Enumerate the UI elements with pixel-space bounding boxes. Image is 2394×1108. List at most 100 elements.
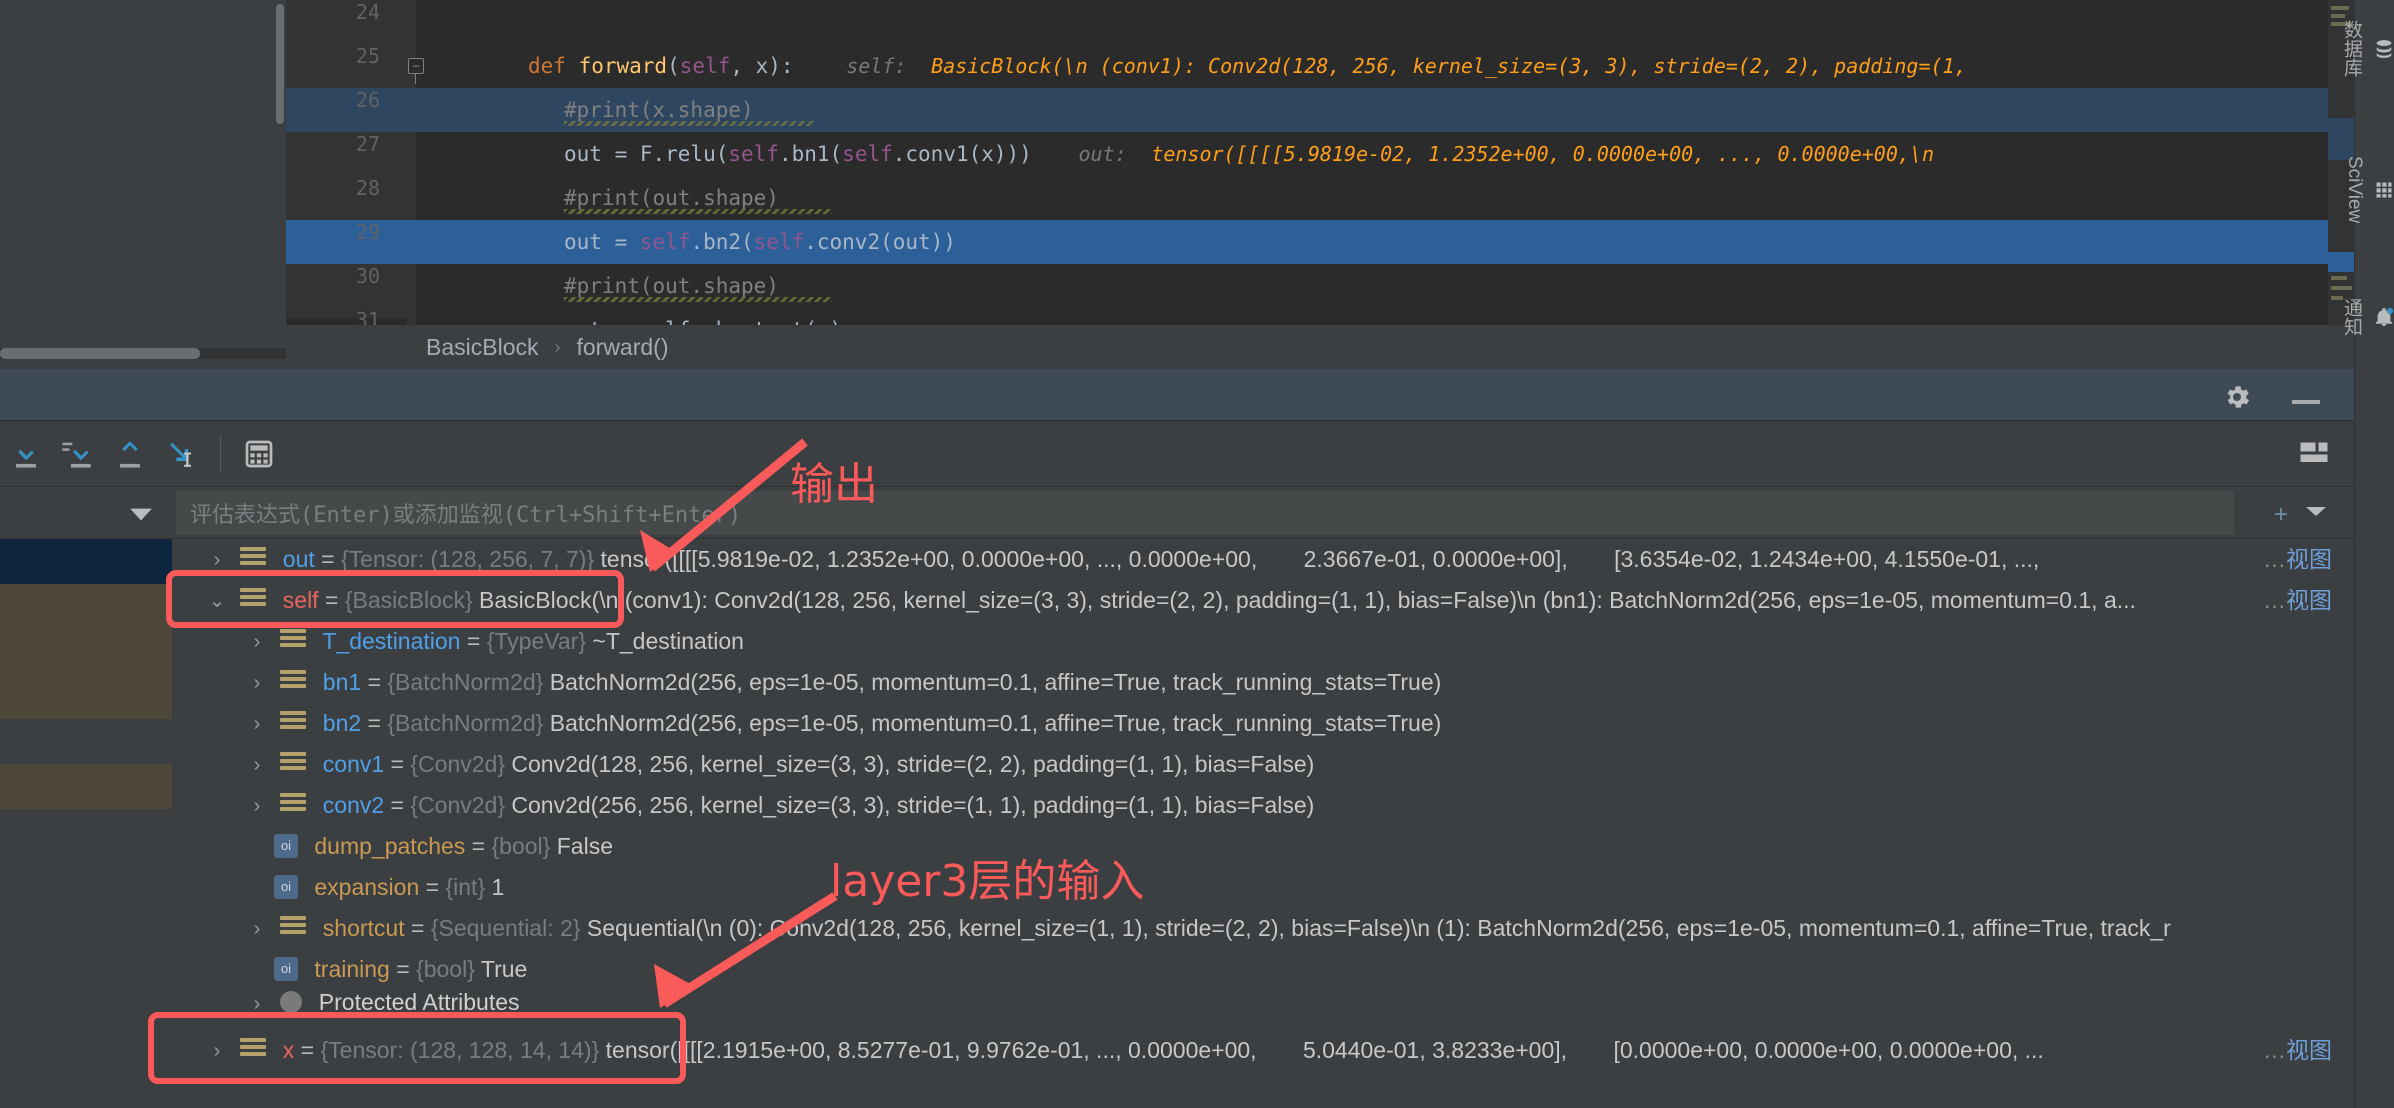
- step-into-button[interactable]: [52, 421, 104, 487]
- code-text: #print(x.shape): [564, 98, 754, 122]
- add-watch-icon[interactable]: +: [2274, 501, 2288, 529]
- frame-row[interactable]: [0, 809, 172, 854]
- frame-row[interactable]: [0, 719, 172, 764]
- variable-value-cont: 2.3667e-01, 0.0000e+00],: [1303, 546, 1568, 572]
- code-line[interactable]: #print(out.shape): [406, 264, 2354, 308]
- variable-type: {BatchNorm2d}: [387, 710, 544, 736]
- chevron-right-icon[interactable]: ›: [240, 909, 274, 950]
- variable-value: ~T_destination: [592, 628, 744, 654]
- chevron-right-icon[interactable]: ›: [200, 1031, 234, 1072]
- frames-sidebar[interactable]: [0, 539, 172, 1108]
- variable-row-conv2[interactable]: › conv2 = {Conv2d} Conv2d(256, 256, kern…: [172, 785, 2354, 826]
- frame-row[interactable]: [0, 899, 172, 944]
- code-fold-marker[interactable]: −: [408, 58, 424, 84]
- variables-tree[interactable]: › out = {Tensor: (128, 256, 7, 7)} tenso…: [172, 539, 2354, 1108]
- code-text: #print(out.shape): [564, 274, 779, 298]
- chevron-right-icon[interactable]: ›: [240, 704, 274, 745]
- line-number: 24: [355, 0, 380, 24]
- code-line[interactable]: def forward(self, x): self: BasicBlock(\…: [406, 44, 2354, 88]
- variable-row-expansion[interactable]: oi expansion = {int} 1: [172, 867, 2354, 908]
- debugger-toolbar: [0, 421, 2354, 487]
- frame-row-selected[interactable]: [0, 539, 172, 584]
- layout-settings-button[interactable]: [2296, 435, 2332, 476]
- chevron-right-icon[interactable]: ›: [240, 745, 274, 786]
- code-line[interactable]: out = F.relu(self.bn1(self.conv1(x))) ou…: [406, 132, 2354, 176]
- variable-row-out[interactable]: › out = {Tensor: (128, 256, 7, 7)} tenso…: [172, 539, 2354, 580]
- breadcrumb-item-class[interactable]: BasicBlock: [426, 334, 538, 361]
- line-number: 27: [355, 132, 380, 156]
- line-number: 26: [355, 88, 380, 112]
- variable-row-training[interactable]: oi training = {bool} True: [172, 949, 2354, 990]
- chevron-down-icon[interactable]: [128, 505, 154, 528]
- chevron-right-icon[interactable]: ›: [240, 622, 274, 663]
- variable-row-conv1[interactable]: › conv1 = {Conv2d} Conv2d(128, 256, kern…: [172, 744, 2354, 785]
- field-icon: [280, 792, 307, 817]
- frame-row[interactable]: [0, 1079, 172, 1108]
- view-link[interactable]: …视图: [2263, 580, 2332, 621]
- view-link-label: 视图: [2286, 546, 2332, 572]
- frame-row[interactable]: [0, 584, 172, 629]
- code-line[interactable]: [406, 0, 2354, 44]
- breadcrumb-item-method[interactable]: forward(): [576, 334, 668, 361]
- line-number: 28: [355, 176, 380, 200]
- sidebar-tab-sciview[interactable]: SciView: [2344, 150, 2394, 223]
- frame-row[interactable]: [0, 854, 172, 899]
- toolbar-divider: [220, 436, 221, 472]
- editor-horizontal-scrollbar[interactable]: [0, 348, 200, 359]
- view-link[interactable]: …视图: [2263, 539, 2332, 580]
- chevron-down-icon[interactable]: ⌄: [200, 581, 234, 622]
- breadcrumb[interactable]: BasicBlock › forward(): [286, 325, 2354, 369]
- variable-type: {bool}: [491, 833, 551, 859]
- code-text: #print(out.shape): [564, 186, 779, 210]
- evaluate-expression-input[interactable]: 评估表达式(Enter)或添加监视(Ctrl+Shift+Enter): [176, 491, 2234, 535]
- run-to-cursor-button[interactable]: [156, 421, 208, 487]
- frame-row[interactable]: [0, 1034, 172, 1079]
- variable-row-protected-attributes[interactable]: › Protected Attributes: [172, 990, 2354, 1014]
- frame-row[interactable]: [0, 944, 172, 989]
- variable-value: tensor([[[[5.9819e-02, 1.2352e+00, 0.000…: [600, 546, 1258, 572]
- variable-name: T_destination: [322, 628, 461, 654]
- variable-type: {Sequential: 2}: [430, 915, 581, 941]
- frame-row[interactable]: [0, 989, 172, 1034]
- code-line[interactable]: out = self.bn2(self.conv2(out)): [406, 220, 2354, 264]
- chevron-right-icon[interactable]: ›: [240, 786, 274, 827]
- database-icon: [2373, 38, 2394, 60]
- evaluate-expression-bar: 评估表达式(Enter)或添加监视(Ctrl+Shift+Enter) +: [0, 487, 2354, 539]
- step-over-button[interactable]: [0, 421, 52, 487]
- sidebar-tab-database[interactable]: 数据库: [2341, 14, 2394, 77]
- variable-type: {Tensor: (128, 256, 7, 7)}: [340, 546, 595, 572]
- variable-row-bn2[interactable]: › bn2 = {BatchNorm2d} BatchNorm2d(256, e…: [172, 703, 2354, 744]
- variable-name: Protected Attributes: [318, 990, 520, 1014]
- step-out-button[interactable]: [104, 421, 156, 487]
- variable-row-bn1[interactable]: › bn1 = {BatchNorm2d} BatchNorm2d(256, e…: [172, 662, 2354, 703]
- chevron-right-icon[interactable]: ›: [200, 540, 234, 581]
- chevron-right-icon[interactable]: ›: [240, 663, 274, 704]
- code-line[interactable]: #print(x.shape): [406, 88, 2354, 132]
- variable-row-dump-patches[interactable]: oi dump_patches = {bool} False: [172, 826, 2354, 867]
- variable-row-shortcut[interactable]: › shortcut = {Sequential: 2} Sequential(…: [172, 908, 2354, 949]
- chevron-right-icon[interactable]: ›: [240, 992, 274, 1014]
- evaluate-expression-button[interactable]: [233, 421, 285, 487]
- frame-row[interactable]: [0, 674, 172, 719]
- watch-dropdown-icon[interactable]: [2304, 503, 2328, 524]
- code-editor[interactable]: 24 25 26 27 28 29 30 31 def forward(self…: [0, 0, 2394, 359]
- sidebar-tab-notifications-label: 通知: [2341, 298, 2362, 336]
- inlay-hint-label: out:: [1078, 142, 1127, 166]
- gear-icon[interactable]: [2222, 382, 2252, 417]
- editor-vertical-scrollbar[interactable]: [276, 4, 284, 124]
- annotation-label-layer3-input: layer3层的输入: [830, 856, 1145, 907]
- editor-code-area[interactable]: def forward(self, x): self: BasicBlock(\…: [406, 0, 2354, 328]
- minimize-icon[interactable]: [2292, 400, 2320, 404]
- frame-row[interactable]: [0, 629, 172, 674]
- sidebar-tab-notifications[interactable]: 通知: [2341, 292, 2394, 336]
- view-link[interactable]: …视图: [2263, 1030, 2332, 1071]
- frame-row[interactable]: [0, 764, 172, 809]
- sidebar-tab-database-label: 数据库: [2341, 20, 2362, 77]
- bell-icon: [2373, 306, 2394, 328]
- variable-row-x[interactable]: › x = {Tensor: (128, 128, 14, 14)} tenso…: [172, 1030, 2354, 1071]
- object-instance-icon: oi: [274, 833, 298, 858]
- code-line[interactable]: #print(out.shape): [406, 176, 2354, 220]
- variable-row-t-destination[interactable]: › T_destination = {TypeVar} ~T_destinati…: [172, 621, 2354, 662]
- variable-row-self[interactable]: ⌄ self = {BasicBlock} BasicBlock(\n (con…: [172, 580, 2354, 621]
- inlay-hint-value: tensor([[[[5.9819e-02, 1.2352e+00, 0.000…: [1151, 142, 1934, 166]
